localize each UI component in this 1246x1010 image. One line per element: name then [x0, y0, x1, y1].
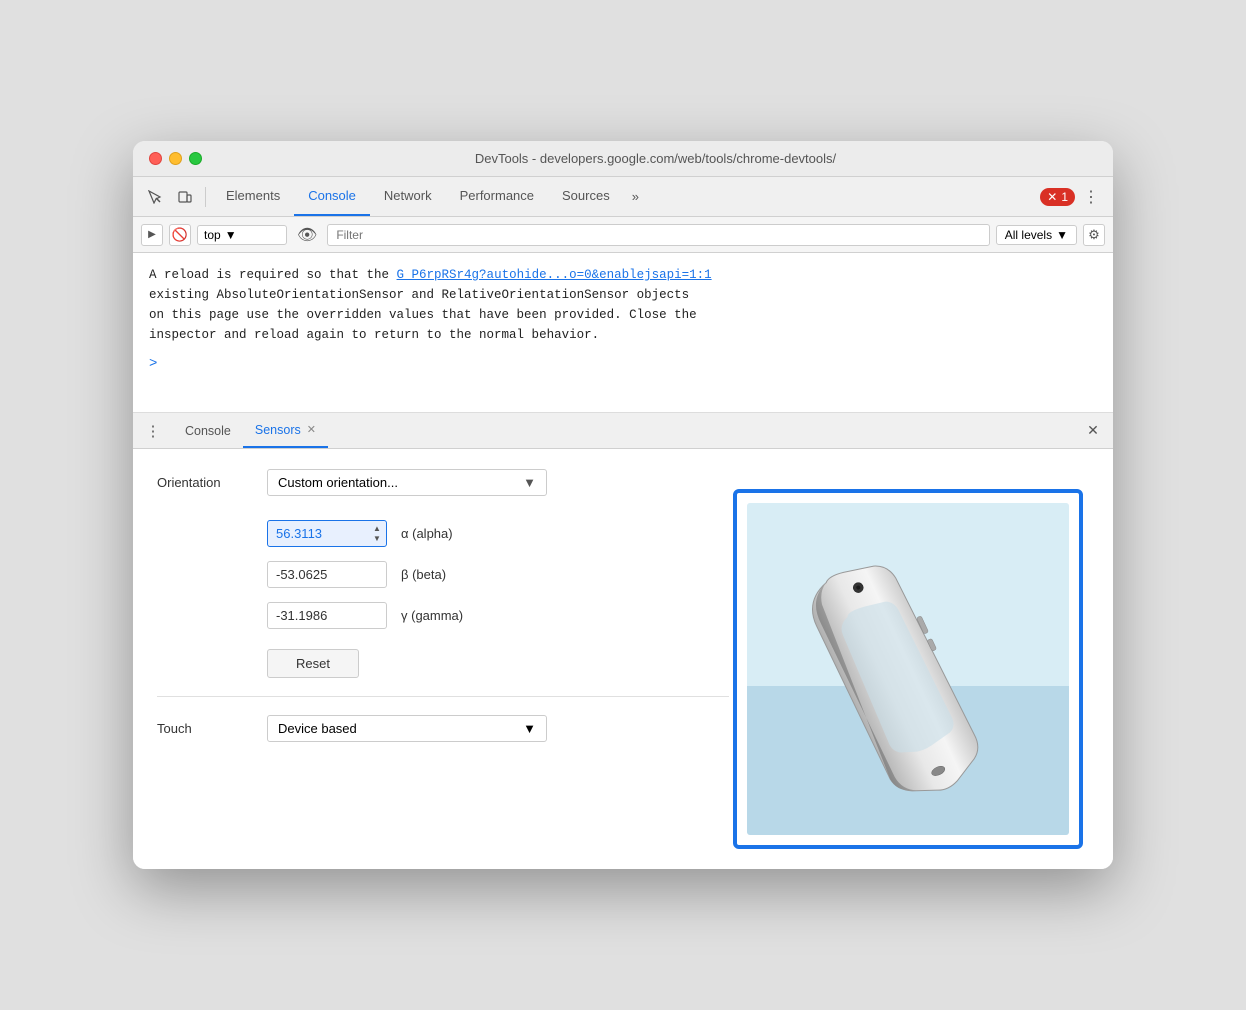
tab-sources[interactable]: Sources [548, 177, 624, 216]
orientation-dropdown[interactable]: Custom orientation... ▼ [267, 469, 547, 496]
touch-label: Touch [157, 721, 267, 736]
dropdown-arrow-icon: ▼ [225, 228, 237, 242]
inspect-element-button[interactable] [141, 183, 169, 211]
console-output: A reload is required so that the G_P6rpR… [133, 253, 1113, 413]
bottom-panel-menu-button[interactable]: ⋮ [141, 419, 165, 443]
tab-network[interactable]: Network [370, 177, 446, 216]
console-message-line3: on this page use the overridden values t… [149, 305, 1097, 325]
context-selector[interactable]: top ▼ [197, 225, 287, 245]
dropdown-arrow-icon: ▼ [523, 721, 536, 736]
alpha-decrement-button[interactable]: ▼ [369, 534, 385, 544]
devtools-window: DevTools - developers.google.com/web/too… [133, 141, 1113, 869]
tab-sensors[interactable]: Sensors ✕ [243, 413, 328, 448]
tab-elements[interactable]: Elements [212, 177, 294, 216]
orientation-row: Orientation Custom orientation... ▼ [157, 469, 729, 496]
title-bar: DevTools - developers.google.com/web/too… [133, 141, 1113, 177]
device-visualization [733, 479, 1113, 859]
levels-selector[interactable]: All levels ▼ [996, 225, 1077, 245]
gamma-input[interactable] [267, 602, 387, 629]
reset-button[interactable]: Reset [267, 649, 359, 678]
alpha-input-wrapper: ▲ ▼ [267, 520, 387, 547]
bottom-panel: ⋮ Console Sensors ✕ ✕ Orientation Custom… [133, 413, 1113, 869]
block-button[interactable]: 🚫 [169, 224, 191, 246]
dropdown-arrow-icon: ▼ [1056, 228, 1068, 242]
error-icon: ✕ [1047, 190, 1057, 204]
window-title: DevTools - developers.google.com/web/too… [214, 151, 1097, 166]
alpha-stepper[interactable]: ▲ ▼ [369, 524, 385, 544]
beta-input[interactable] [267, 561, 387, 588]
context-value: top [204, 228, 221, 242]
gamma-field-row: γ (gamma) [267, 602, 729, 629]
more-tabs-button[interactable]: » [624, 177, 647, 216]
beta-field-row: β (beta) [267, 561, 729, 588]
bottom-tab-bar: ⋮ Console Sensors ✕ ✕ [133, 413, 1113, 449]
sensors-panel: Orientation Custom orientation... ▼ ▲ [133, 449, 1113, 869]
minimize-button[interactable] [169, 152, 182, 165]
orientation-label: Orientation [157, 475, 267, 490]
beta-input-wrapper [267, 561, 387, 588]
device-viz-border [733, 489, 1083, 849]
alpha-field-row: ▲ ▼ α (alpha) [267, 520, 729, 547]
divider [205, 187, 206, 207]
reset-row: Reset [267, 649, 729, 678]
close-sensors-tab-icon[interactable]: ✕ [307, 423, 316, 436]
tab-console-bottom[interactable]: Console [173, 413, 243, 448]
alpha-increment-button[interactable]: ▲ [369, 524, 385, 534]
console-link[interactable]: G_P6rpRSr4g?autohide...o=0&enablejsapi=1… [397, 268, 712, 282]
error-count: 1 [1061, 190, 1068, 204]
orientation-value: Custom orientation... [278, 475, 398, 490]
maximize-button[interactable] [189, 152, 202, 165]
close-button[interactable] [149, 152, 162, 165]
console-toolbar: ▶ 🚫 top ▼ 👁 All levels ▼ ⚙ [133, 217, 1113, 253]
console-message-line4: inspector and reload again to return to … [149, 325, 1097, 345]
alpha-symbol: α (alpha) [401, 526, 471, 541]
beta-symbol: β (beta) [401, 567, 471, 582]
console-message-line: A reload is required so that the G_P6rpR… [149, 265, 1097, 285]
filter-input[interactable] [327, 224, 989, 246]
main-toolbar: Elements Console Network Performance Sou… [133, 177, 1113, 217]
divider [157, 696, 729, 697]
tab-bar: Elements Console Network Performance Sou… [212, 177, 1034, 216]
touch-value: Device based [278, 721, 357, 736]
close-panel-button[interactable]: ✕ [1081, 419, 1105, 443]
message-text: A reload is required so that the [149, 268, 397, 282]
tab-performance[interactable]: Performance [446, 177, 548, 216]
eye-icon: 👁 [293, 225, 321, 245]
touch-row: Touch Device based ▼ [157, 715, 729, 742]
console-message-line2: existing AbsoluteOrientationSensor and R… [149, 285, 1097, 305]
orientation-fields: ▲ ▼ α (alpha) β (beta) [267, 520, 729, 629]
dropdown-arrow-icon: ▼ [523, 475, 536, 490]
sensors-controls: Orientation Custom orientation... ▼ ▲ [133, 449, 753, 869]
play-button[interactable]: ▶ [141, 224, 163, 246]
settings-button[interactable]: ⚙ [1083, 224, 1105, 246]
device-toolbar-button[interactable] [171, 183, 199, 211]
levels-value: All levels [1005, 228, 1052, 242]
gamma-input-wrapper [267, 602, 387, 629]
touch-dropdown[interactable]: Device based ▼ [267, 715, 547, 742]
tab-console[interactable]: Console [294, 177, 370, 216]
traffic-lights [149, 152, 202, 165]
error-badge[interactable]: ✕ 1 [1040, 188, 1075, 206]
console-prompt[interactable]: > [149, 353, 1097, 375]
gamma-symbol: γ (gamma) [401, 608, 471, 623]
devtools-menu-button[interactable]: ⋮ [1077, 183, 1105, 211]
